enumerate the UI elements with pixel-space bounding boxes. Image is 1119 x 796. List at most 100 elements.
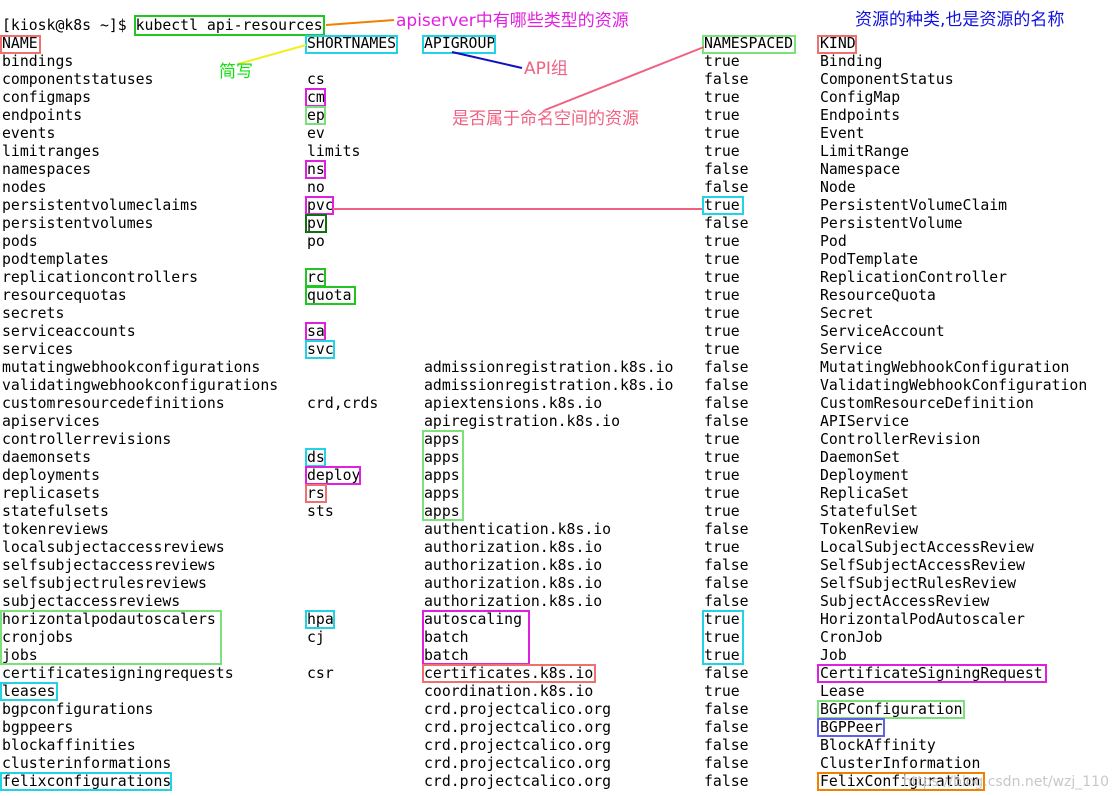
cell-name: clusterinformations — [2, 755, 172, 772]
cell-shortname: cm — [307, 89, 325, 106]
table-row: statefulsets sts apps true StatefulSet — [0, 503, 1119, 521]
table-row: configmaps cm true ConfigMap — [0, 89, 1119, 107]
table-row: bgppeers crd.projectcalico.org false BGPPee… — [0, 719, 1119, 737]
table-row: tokenreviews authentication.k8s.io false To… — [0, 521, 1119, 539]
cell-kind: StatefulSet — [820, 503, 918, 520]
cell-shortname: deploy — [307, 467, 361, 484]
cell-name: limitranges — [2, 143, 100, 160]
cell-apigroup: admissionregistration.k8s.io — [424, 359, 674, 376]
table-row: jobs batch true Job — [0, 647, 1119, 665]
cell-namespaced: false — [704, 773, 749, 790]
cell-name: deployments — [2, 467, 100, 484]
cell-kind: HorizontalPodAutoscaler — [820, 611, 1025, 628]
cell-name: apiservices — [2, 413, 100, 430]
table-row: apiservices apiregistration.k8s.io false AP… — [0, 413, 1119, 431]
cell-kind: MutatingWebhookConfiguration — [820, 359, 1070, 376]
cell-kind: LocalSubjectAccessReview — [820, 539, 1034, 556]
cell-namespaced: false — [704, 557, 749, 574]
cell-kind: BGPPeer — [820, 719, 883, 736]
cell-shortname: crd,crds — [307, 395, 379, 412]
header-apigroup: APIGROUP — [424, 35, 496, 52]
cell-namespaced: true — [704, 197, 740, 214]
cell-kind: Service — [820, 341, 883, 358]
cell-namespaced: true — [704, 143, 740, 160]
cell-kind: CronJob — [820, 629, 883, 646]
cell-apigroup: authorization.k8s.io — [424, 575, 603, 592]
table-row: podtemplates true PodTemplate — [0, 251, 1119, 269]
cell-kind: ReplicationController — [820, 269, 1008, 286]
cell-name: namespaces — [2, 161, 92, 178]
cell-kind: CertificateSigningRequest — [820, 665, 1043, 682]
cell-kind: Secret — [820, 305, 874, 322]
cell-namespaced: true — [704, 53, 740, 70]
cell-kind: Job — [820, 647, 847, 664]
cell-shortname: sa — [307, 323, 325, 340]
cell-kind: ResourceQuota — [820, 287, 936, 304]
cell-shortname: hpa — [307, 611, 334, 628]
cell-name: bgppeers — [2, 719, 74, 736]
table-row: namespaces ns false Namespace — [0, 161, 1119, 179]
cell-name: subjectaccessreviews — [2, 593, 181, 610]
cell-shortname: pv — [307, 215, 325, 232]
cell-name: mutatingwebhookconfigurations — [2, 359, 261, 376]
cell-name: daemonsets — [2, 449, 92, 466]
cell-apigroup: apps — [424, 467, 460, 484]
cell-apigroup: authorization.k8s.io — [424, 539, 603, 556]
cell-name: selfsubjectaccessreviews — [2, 557, 216, 574]
cell-namespaced: true — [704, 683, 740, 700]
command-line: [kiosk@k8s ~]$ kubectl api-resources — [2, 15, 325, 36]
cell-apigroup: apps — [424, 503, 460, 520]
cell-namespaced: true — [704, 485, 740, 502]
cell-name: persistentvolumes — [2, 215, 154, 232]
cell-namespaced: true — [704, 323, 740, 340]
leader-apiserver — [325, 19, 395, 26]
cell-namespaced: true — [704, 305, 740, 322]
cell-name: jobs — [2, 647, 38, 664]
cell-shortname: cs — [307, 71, 325, 88]
cell-name: secrets — [2, 305, 65, 322]
cell-namespaced: false — [704, 161, 749, 178]
cell-kind: ComponentStatus — [820, 71, 954, 88]
cell-name: persistentvolumeclaims — [2, 197, 198, 214]
header-namespaced: NAMESPACED — [704, 35, 794, 52]
cell-namespaced: false — [704, 521, 749, 538]
cell-shortname: ns — [307, 161, 325, 178]
cell-shortname: sts — [307, 503, 334, 520]
cell-namespaced: true — [704, 611, 740, 628]
cell-name: events — [2, 125, 56, 142]
cell-namespaced: true — [704, 467, 740, 484]
table-row: blockaffinities crd.projectcalico.org fals… — [0, 737, 1119, 755]
table-row: mutatingwebhookconfigurations admissionre… — [0, 359, 1119, 377]
cell-namespaced: false — [704, 359, 749, 376]
cell-namespaced: true — [704, 89, 740, 106]
cell-shortname: limits — [307, 143, 361, 160]
cell-namespaced: true — [704, 287, 740, 304]
table-row: nodes no false Node — [0, 179, 1119, 197]
cell-namespaced: false — [704, 755, 749, 772]
table-row: services svc true Service — [0, 341, 1119, 359]
cell-kind: LimitRange — [820, 143, 910, 160]
cell-namespaced: false — [704, 575, 749, 592]
cell-apigroup: crd.projectcalico.org — [424, 773, 612, 790]
cell-name: tokenreviews — [2, 521, 109, 538]
cell-name: bgpconfigurations — [2, 701, 154, 718]
table-row: deployments deploy apps true Deployment — [0, 467, 1119, 485]
note-shortnames: 简写 — [219, 62, 253, 82]
note-apiserver: apiserver中有哪些类型的资源 — [396, 11, 629, 31]
cell-kind: Namespace — [820, 161, 901, 178]
cell-kind: Lease — [820, 683, 865, 700]
cell-kind: SelfSubjectAccessReview — [820, 557, 1025, 574]
table-row: leases coordination.k8s.io true Lease — [0, 683, 1119, 701]
table-row: subjectaccessreviews authorization.k8s.io… — [0, 593, 1119, 611]
cell-name: configmaps — [2, 89, 92, 106]
cell-name: blockaffinities — [2, 737, 136, 754]
table-row: bgpconfigurations crd.projectcalico.org fa… — [0, 701, 1119, 719]
cell-shortname: pvc — [307, 197, 334, 214]
table-row: resourcequotas quota true ResourceQuota — [0, 287, 1119, 305]
cell-name: componentstatuses — [2, 71, 154, 88]
cell-apigroup: batch — [424, 629, 469, 646]
cell-namespaced: false — [704, 215, 749, 232]
cell-namespaced: false — [704, 701, 749, 718]
cell-apigroup: batch — [424, 647, 469, 664]
cell-name: cronjobs — [2, 629, 74, 646]
